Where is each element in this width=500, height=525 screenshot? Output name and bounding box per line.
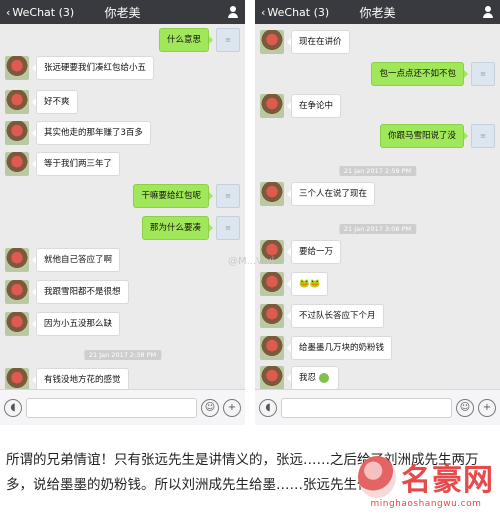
message-incoming: 其实他走的那年赚了3百多 bbox=[5, 121, 151, 145]
avatar[interactable] bbox=[260, 272, 284, 296]
message-incoming: 我忍 bbox=[260, 366, 339, 390]
avatar[interactable] bbox=[5, 121, 29, 145]
chevron-left-icon: ‹ bbox=[261, 5, 266, 19]
avatar[interactable]: ≡ bbox=[216, 184, 240, 208]
message-bubble[interactable]: 在争论中 bbox=[286, 94, 342, 118]
avatar[interactable] bbox=[260, 304, 284, 328]
avatar[interactable] bbox=[5, 90, 29, 114]
logo-name: 名豪网 bbox=[401, 463, 494, 498]
message-incoming: 现在在讲价 bbox=[260, 30, 350, 54]
nav-bar: ‹ WeChat (3) 你老美 bbox=[0, 0, 245, 24]
avatar[interactable]: ≡ bbox=[216, 28, 240, 52]
message-outgoing: ≡ 那为什么要凑 bbox=[141, 216, 240, 240]
emoji-icon[interactable]: ☺ bbox=[456, 398, 474, 417]
site-logo: 名豪网 minghaoshangwu.com bbox=[357, 455, 494, 509]
message-incoming: 因为小五没那么缺 bbox=[5, 312, 121, 336]
person-icon[interactable] bbox=[227, 6, 239, 18]
message-bubble[interactable]: 干嘛要给红包呢 bbox=[133, 184, 213, 208]
message-bubble[interactable]: 就他自己答应了啊 bbox=[31, 248, 121, 272]
message-bubble[interactable]: 因为小五没那么缺 bbox=[31, 312, 121, 336]
message-incoming: 不过队长答应下个月 bbox=[260, 304, 384, 328]
avatar[interactable] bbox=[260, 366, 284, 390]
avatar[interactable] bbox=[5, 248, 29, 272]
message-incoming: 我跟雪阳都不是很想 bbox=[5, 280, 129, 304]
message-incoming: 好不爽 bbox=[5, 90, 78, 114]
plus-icon[interactable]: + bbox=[223, 398, 241, 417]
timestamp: 21 Jan 2017 3:08 PM bbox=[338, 224, 417, 234]
left-chat-screen: ‹ WeChat (3) 你老美 ≡ 什么意思 张远硬要我们凑红包给小五 好不爽 … bbox=[0, 0, 245, 425]
timestamp: 21 Jan 2017 2:59 PM bbox=[338, 166, 417, 176]
voice-icon[interactable]: ◖ bbox=[259, 398, 277, 417]
logo-icon bbox=[357, 456, 396, 498]
back-label: WeChat (3) bbox=[267, 5, 330, 19]
emoji-icon[interactable]: ☺ bbox=[201, 398, 219, 417]
avatar[interactable]: ≡ bbox=[471, 62, 495, 86]
avatar[interactable] bbox=[5, 280, 29, 304]
back-label: WeChat (3) bbox=[12, 5, 75, 19]
message-incoming: 等于我们两三年了 bbox=[5, 152, 121, 176]
message-bubble[interactable]: 包一点点还不如不包 bbox=[371, 62, 468, 86]
person-icon[interactable] bbox=[482, 6, 494, 18]
input-bar: ◖ ☺ + bbox=[255, 389, 500, 425]
nav-bar: ‹ WeChat (3) 你老美 bbox=[255, 0, 500, 24]
message-bubble[interactable]: 不过队长答应下个月 bbox=[287, 304, 384, 328]
message-bubble[interactable]: 好不爽 bbox=[32, 90, 78, 114]
back-button[interactable]: ‹ WeChat (3) bbox=[6, 6, 74, 19]
message-bubble[interactable]: 🐸🐸 bbox=[286, 272, 329, 296]
message-bubble[interactable]: 等于我们两三年了 bbox=[31, 152, 121, 176]
input-bar: ◖ ☺ + bbox=[0, 389, 245, 425]
voice-icon[interactable]: ◖ bbox=[4, 398, 22, 417]
message-outgoing: ≡ 包一点点还不如不包 bbox=[371, 62, 495, 86]
message-bubble[interactable]: 我跟雪阳都不是很想 bbox=[32, 280, 129, 304]
avatar[interactable] bbox=[260, 182, 284, 206]
message-list: ≡ 什么意思 张远硬要我们凑红包给小五 好不爽 其实他走的那年赚了3百多 等于我们… bbox=[0, 24, 245, 392]
chat-title: 你老美 bbox=[104, 5, 141, 20]
message-bubble[interactable]: 给墨墨几万块的奶粉钱 bbox=[286, 336, 393, 360]
avatar[interactable] bbox=[260, 336, 284, 360]
weibo-watermark: @M...Vivi bbox=[228, 256, 275, 267]
message-outgoing: ≡ 干嘛要给红包呢 bbox=[133, 184, 240, 208]
message-outgoing: ≡ 你跟马雪阳说了没 bbox=[379, 124, 495, 148]
avatar[interactable] bbox=[260, 30, 284, 54]
message-bubble[interactable]: 要给一万 bbox=[286, 240, 342, 264]
message-bubble[interactable]: 那为什么要凑 bbox=[141, 216, 214, 240]
message-incoming: 在争论中 bbox=[260, 94, 342, 118]
avatar[interactable]: ≡ bbox=[216, 216, 240, 240]
logo-url: minghaoshangwu.com bbox=[370, 499, 482, 509]
message-incoming: 就他自己答应了啊 bbox=[5, 248, 121, 272]
chat-title: 你老美 bbox=[359, 5, 396, 20]
message-text: 我忍 bbox=[299, 373, 317, 383]
plus-icon[interactable]: + bbox=[478, 398, 496, 417]
message-bubble[interactable]: 我忍 bbox=[287, 366, 339, 390]
message-incoming: 🐸🐸 bbox=[260, 272, 329, 296]
back-button[interactable]: ‹ WeChat (3) bbox=[261, 6, 329, 19]
timestamp: 21 Jan 2017 2:38 PM bbox=[83, 350, 162, 360]
avatar[interactable]: ≡ bbox=[471, 124, 495, 148]
message-incoming: 张远硬要我们凑红包给小五 bbox=[5, 56, 155, 80]
avatar[interactable] bbox=[5, 152, 29, 176]
message-input[interactable] bbox=[26, 397, 197, 418]
message-bubble[interactable]: 你跟马雪阳说了没 bbox=[379, 124, 469, 148]
message-outgoing: ≡ 什么意思 bbox=[158, 28, 240, 52]
message-incoming: 三个人在说了现在 bbox=[260, 182, 376, 206]
avatar[interactable] bbox=[5, 312, 29, 336]
message-bubble[interactable]: 三个人在说了现在 bbox=[286, 182, 376, 206]
message-incoming: 给墨墨几万块的奶粉钱 bbox=[260, 336, 393, 360]
message-bubble[interactable]: 什么意思 bbox=[158, 28, 214, 52]
message-input[interactable] bbox=[281, 397, 452, 418]
message-bubble[interactable]: 张远硬要我们凑红包给小五 bbox=[31, 56, 155, 80]
avatar[interactable] bbox=[260, 94, 284, 118]
message-bubble[interactable]: 其实他走的那年赚了3百多 bbox=[32, 121, 151, 145]
avatar[interactable] bbox=[5, 56, 29, 80]
right-chat-screen: ‹ WeChat (3) 你老美 现在在讲价 ≡ 包一点点还不如不包 在争论中 ≡… bbox=[255, 0, 500, 425]
message-list: 现在在讲价 ≡ 包一点点还不如不包 在争论中 ≡ 你跟马雪阳说了没 21 Jan 2… bbox=[255, 24, 500, 390]
message-bubble[interactable]: 现在在讲价 bbox=[287, 30, 350, 54]
frog-emoji-icon bbox=[318, 372, 329, 383]
chevron-left-icon: ‹ bbox=[6, 5, 11, 19]
